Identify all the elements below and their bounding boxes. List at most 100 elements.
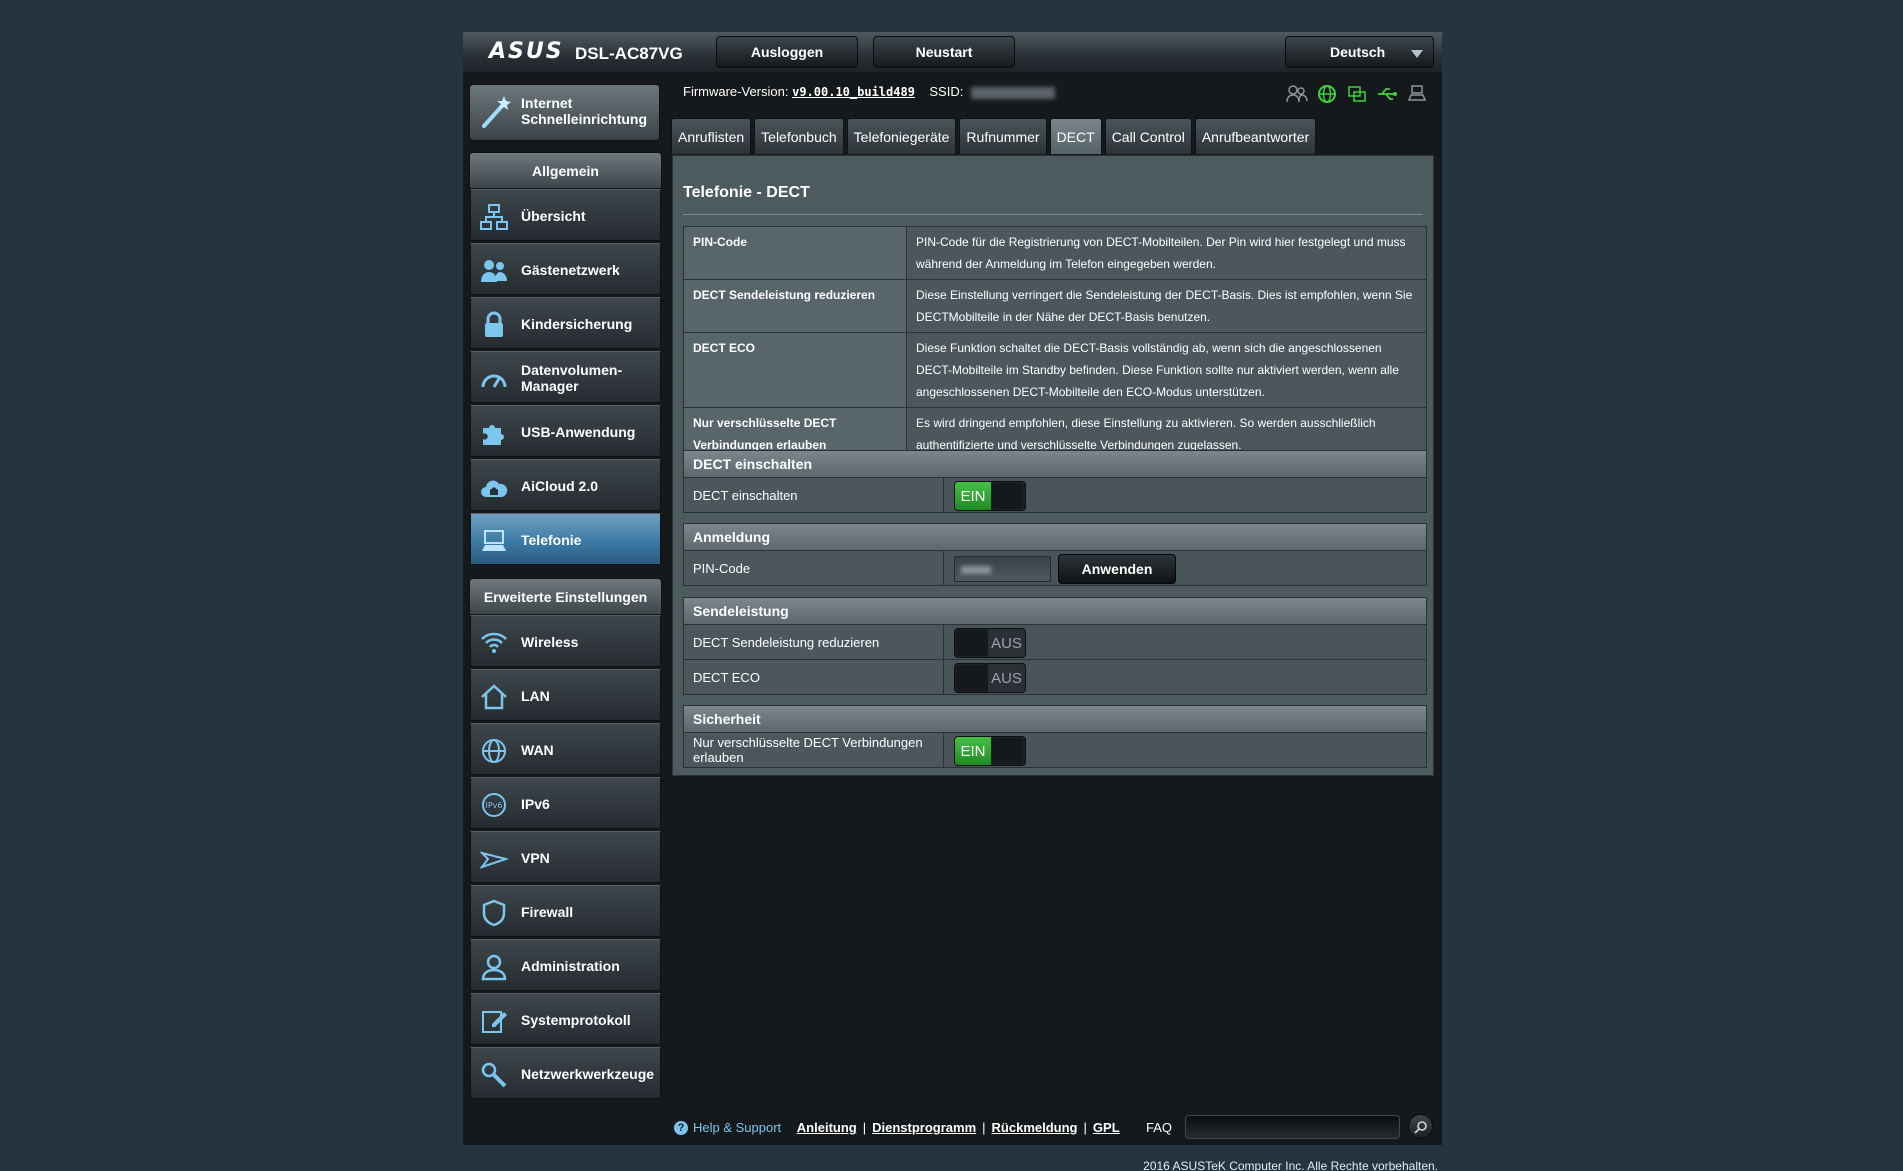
info-value: Diese Einstellung verringert die Sendele… <box>906 279 1427 333</box>
encrypted-only-toggle[interactable]: EIN <box>954 736 1026 766</box>
ssid-value-redacted <box>970 86 1055 99</box>
setting-row: Nur verschlüsselte DECT Verbindungen erl… <box>683 733 1427 768</box>
sidebar-item-traffic-manager[interactable]: Datenvolumen-Manager <box>470 351 661 403</box>
apply-button[interactable]: Anwenden <box>1058 554 1176 584</box>
manual-link[interactable]: Anleitung <box>797 1120 857 1135</box>
help-support: ? Help & Support <box>674 1120 781 1135</box>
wifi-icon <box>481 632 507 653</box>
setting-control: EIN <box>944 733 1426 767</box>
setting-label: DECT ECO <box>684 660 944 694</box>
router-admin-frame: ASUS DSL-AC87VG Ausloggen Neustart Deuts… <box>463 32 1442 1145</box>
tab-answering-machine[interactable]: Anrufbeantworter <box>1194 118 1317 154</box>
sidebar-item-network-tools[interactable]: Netzwerkwerkzeuge <box>470 1047 661 1099</box>
dect-eco-toggle[interactable]: AUS <box>954 663 1026 693</box>
usb-icon[interactable] <box>1376 84 1398 104</box>
firmware-version-link[interactable]: v9.00.10_build489 <box>792 85 915 99</box>
info-table: PIN-Code PIN-Code für die Registrierung … <box>683 226 1427 461</box>
language-value: Deutsch <box>1330 44 1386 60</box>
toggle-state: AUS <box>988 664 1025 692</box>
setting-row: DECT einschalten EIN <box>683 478 1427 513</box>
sidebar-item-label: Systemprotokoll <box>521 1012 631 1028</box>
sidebar-item-telephony[interactable]: Telefonie <box>470 513 661 565</box>
sidebar-item-firewall[interactable]: Firewall <box>470 885 661 937</box>
info-key: DECT Sendeleistung reduzieren <box>683 279 907 333</box>
reduce-power-toggle[interactable]: AUS <box>954 628 1026 658</box>
info-key: PIN-Code <box>683 226 907 280</box>
sidebar-item-label: IPv6 <box>521 796 550 812</box>
dect-settings-panel: Telefonie - DECT PIN-Code PIN-Code für d… <box>672 155 1434 776</box>
info-row: PIN-Code PIN-Code für die Registrierung … <box>683 226 1427 280</box>
language-select[interactable]: Deutsch <box>1285 36 1434 68</box>
pin-value-redacted <box>961 566 991 574</box>
sidebar-item-label: Kindersicherung <box>521 316 633 332</box>
setting-control: EIN <box>944 478 1426 512</box>
sidebar-item-lan[interactable]: LAN <box>470 669 661 721</box>
clients-icon[interactable] <box>1286 84 1308 104</box>
sidebar-item-aicloud[interactable]: AiCloud 2.0 <box>470 459 661 511</box>
logout-button[interactable]: Ausloggen <box>716 36 858 68</box>
tab-telephony-devices[interactable]: Telefoniegeräte <box>846 118 957 154</box>
sidebar-item-label: LAN <box>521 688 550 704</box>
toggle-state: EIN <box>955 737 991 765</box>
reboot-button[interactable]: Neustart <box>873 36 1015 68</box>
sidebar-item-vpn[interactable]: VPN <box>470 831 661 883</box>
network-share-icon[interactable] <box>1346 84 1368 104</box>
toggle-knob <box>992 483 1023 509</box>
chevron-down-icon <box>1411 50 1423 58</box>
gpl-link[interactable]: GPL <box>1093 1120 1120 1135</box>
magic-wand-icon <box>482 96 511 128</box>
setting-label: DECT Sendeleistung reduzieren <box>684 625 944 659</box>
internet-globe-icon[interactable] <box>1316 84 1338 104</box>
toggle-state: EIN <box>955 482 991 510</box>
tools-icon <box>481 1062 507 1088</box>
setting-label: Nur verschlüsselte DECT Verbindungen erl… <box>684 733 944 767</box>
transmit-power-section: Sendeleistung DECT Sendeleistung reduzie… <box>683 597 1427 695</box>
home-icon <box>481 684 507 710</box>
cloud-home-icon <box>481 480 508 497</box>
tab-dect[interactable]: DECT <box>1049 118 1102 154</box>
security-section: Sicherheit Nur verschlüsselte DECT Verbi… <box>683 705 1427 768</box>
top-bar: ASUS DSL-AC87VG Ausloggen Neustart Deuts… <box>463 32 1442 72</box>
setting-label: PIN-Code <box>684 551 944 585</box>
qis-label: Internet Schnelleinrichtung <box>521 95 648 127</box>
sidebar-item-system-log[interactable]: Systemprotokoll <box>470 993 661 1045</box>
sidebar-item-usb-application[interactable]: USB-Anwendung <box>470 405 661 457</box>
page-title: Telefonie - DECT <box>683 184 810 201</box>
status-icons <box>1286 84 1428 104</box>
quick-internet-setup-button[interactable]: Internet Schnelleinrichtung <box>469 84 660 141</box>
feedback-link[interactable]: Rückmeldung <box>992 1120 1078 1135</box>
sidebar-item-administration[interactable]: Administration <box>470 939 661 991</box>
section-header: Sendeleistung <box>683 597 1427 625</box>
printer-icon[interactable] <box>1406 84 1428 104</box>
setting-row: DECT Sendeleistung reduzieren AUS <box>683 625 1427 660</box>
dect-enable-toggle[interactable]: EIN <box>954 481 1026 511</box>
setting-row: PIN-Code Anwenden <box>683 551 1427 586</box>
sidebar-item-ipv6[interactable]: IPv6 IPv6 <box>470 777 661 829</box>
tab-phonebook[interactable]: Telefonbuch <box>754 118 844 154</box>
log-edit-icon <box>482 1011 507 1033</box>
sidebar-item-wan[interactable]: WAN <box>470 723 661 775</box>
utility-link[interactable]: Dienstprogramm <box>872 1120 976 1135</box>
faq-search-button[interactable] <box>1408 1114 1433 1139</box>
tab-phone-number[interactable]: Rufnummer <box>959 118 1047 154</box>
vpn-icon <box>480 851 508 869</box>
tab-call-lists[interactable]: Anruflisten <box>671 118 752 154</box>
shield-icon <box>482 899 506 927</box>
tab-call-control[interactable]: Call Control <box>1104 118 1192 154</box>
speedometer-icon <box>481 374 507 388</box>
svg-text:IPv6: IPv6 <box>485 801 502 810</box>
pin-code-input[interactable] <box>954 556 1051 582</box>
sidebar-item-wireless[interactable]: Wireless <box>470 615 661 667</box>
firmware-info: Firmware-Version: v9.00.10_build489 SSID… <box>683 84 1055 99</box>
sidebar-item-parental-control[interactable]: Kindersicherung <box>470 297 661 349</box>
sidebar-item-guest-network[interactable]: Gästenetzwerk <box>470 243 661 295</box>
faq-search-input[interactable] <box>1185 1115 1400 1139</box>
globe-icon <box>482 739 506 763</box>
lock-icon <box>485 311 503 337</box>
section-header: DECT einschalten <box>683 450 1427 478</box>
sidebar-item-overview[interactable]: Übersicht <box>470 189 661 241</box>
admin-user-icon <box>481 954 507 981</box>
general-section-header: Allgemein <box>469 152 662 189</box>
info-value: PIN-Code für die Registrierung von DECT-… <box>906 226 1427 280</box>
firmware-label: Firmware-Version: <box>683 84 789 99</box>
